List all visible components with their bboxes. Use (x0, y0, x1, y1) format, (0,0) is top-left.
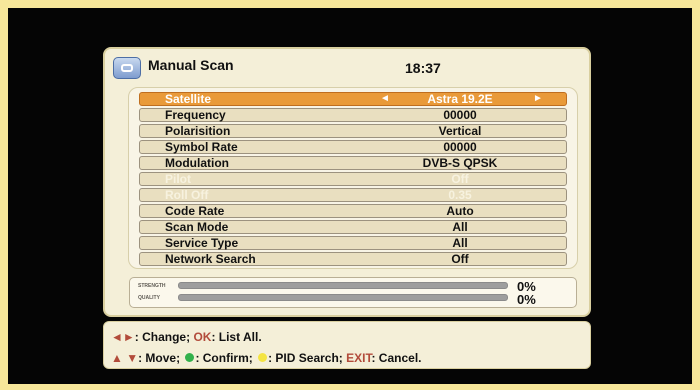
frequency-value[interactable]: 00000 (405, 109, 515, 121)
scan-mode-row[interactable]: Scan Mode All (139, 220, 567, 234)
code-rate-row[interactable]: Code Rate Auto (139, 204, 567, 218)
roll-off-label: Roll Off (165, 188, 209, 202)
pid-search-help-text: : PID Search; (268, 351, 347, 365)
satellite-value[interactable]: Astra 19.2E (405, 93, 515, 105)
network-search-row[interactable]: Network Search Off (139, 252, 567, 266)
polarisation-row[interactable]: Polarisition Vertical (139, 124, 567, 138)
ok-key-label: OK (193, 330, 212, 344)
left-arrow-icon[interactable]: ◄ (380, 93, 390, 105)
page-title: Manual Scan (148, 57, 234, 73)
scan-mode-value[interactable]: All (405, 221, 515, 233)
help-line-actions: ▲ ▼: Move; : Confirm; : PID Search; EXIT… (111, 351, 421, 365)
symbol-rate-label: Symbol Rate (165, 140, 238, 154)
confirm-help-text: : Confirm; (195, 351, 257, 365)
up-down-arrows-icon: ▲ ▼ (111, 351, 139, 365)
left-right-arrows-icon: ◄► (111, 330, 135, 344)
modulation-row[interactable]: Modulation DVB-S QPSK (139, 156, 567, 170)
right-arrow-icon[interactable]: ► (533, 93, 543, 105)
scan-mode-label: Scan Mode (165, 220, 229, 234)
pilot-label: Pilot (165, 172, 191, 186)
pilot-value: Off (451, 172, 469, 186)
cancel-help-text: : Cancel. (371, 351, 422, 365)
quality-percent: 0% (517, 292, 536, 307)
satellite-row[interactable]: Satellite ◄ Astra 19.2E ► (139, 92, 567, 106)
manual-scan-panel: Manual Scan 18:37 Satellite ◄ Astra 19.2… (103, 47, 591, 317)
modulation-label: Modulation (165, 156, 229, 170)
quality-label: QUALITY (138, 295, 160, 301)
polarisation-value[interactable]: Vertical (405, 125, 515, 137)
exit-key-label: EXIT (346, 351, 372, 365)
pilot-row: Pilot Off (139, 172, 567, 186)
strength-label: STRENGTH (138, 283, 166, 289)
roll-off-row: Roll Off 0.35 (139, 188, 567, 202)
scan-settings-list: Satellite ◄ Astra 19.2E ► Frequency 0000… (128, 87, 578, 269)
network-search-value[interactable]: Off (405, 253, 515, 265)
symbol-rate-value[interactable]: 00000 (405, 141, 515, 153)
tv-screen: Manual Scan 18:37 Satellite ◄ Astra 19.2… (8, 8, 692, 384)
clock-time: 18:37 (405, 60, 441, 76)
symbol-rate-row[interactable]: Symbol Rate 00000 (139, 140, 567, 154)
service-type-row[interactable]: Service Type All (139, 236, 567, 250)
modulation-value[interactable]: DVB-S QPSK (405, 157, 515, 169)
service-type-label: Service Type (165, 236, 239, 250)
code-rate-label: Code Rate (165, 204, 225, 218)
help-bar: ◄►: Change; OK: List All. ▲ ▼: Move; : C… (103, 321, 591, 369)
service-type-value[interactable]: All (405, 237, 515, 249)
polarisation-label: Polarisition (165, 124, 231, 138)
help-line-change: ◄►: Change; OK: List All. (111, 330, 262, 344)
satellite-label: Satellite (165, 92, 212, 106)
change-help-text: : Change; (134, 330, 194, 344)
frequency-label: Frequency (165, 108, 226, 122)
frequency-row[interactable]: Frequency 00000 (139, 108, 567, 122)
satellite-tv-icon (113, 57, 141, 79)
move-help-text: : Move; (138, 351, 184, 365)
code-rate-value[interactable]: Auto (405, 205, 515, 217)
green-dot-icon (185, 353, 195, 362)
roll-off-value: 0.35 (448, 188, 472, 202)
yellow-dot-icon (258, 353, 268, 362)
strength-bar (178, 282, 508, 289)
quality-bar (178, 294, 508, 301)
list-all-help-text: : List All. (211, 330, 262, 344)
signal-meter: STRENGTH 0% QUALITY 0% (129, 277, 577, 308)
title-bar: Manual Scan 18:37 (105, 49, 589, 89)
network-search-label: Network Search (165, 252, 256, 266)
